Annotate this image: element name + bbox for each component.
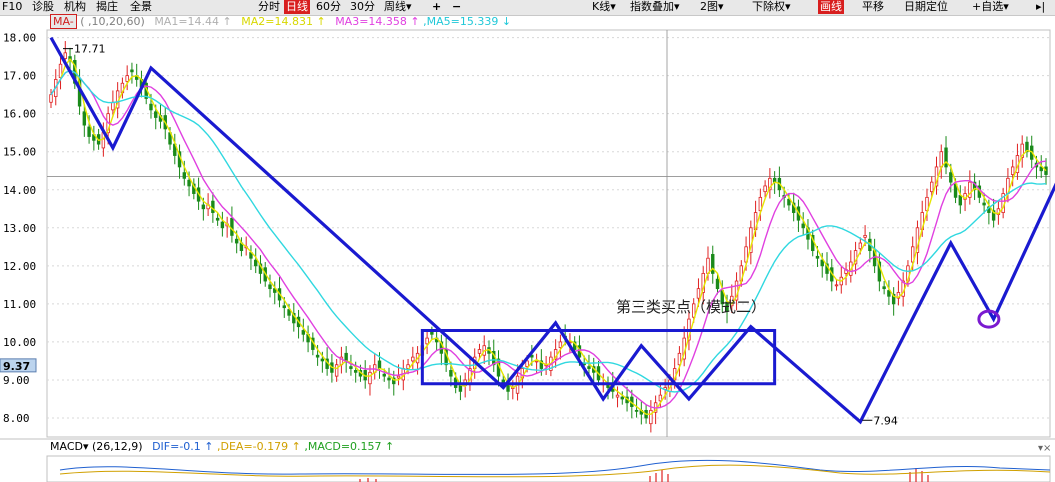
candle-body	[1010, 166, 1015, 175]
candle-body	[320, 358, 325, 362]
annotation-text: 第三类买点（模式二）	[616, 298, 766, 316]
candle-body	[930, 181, 934, 193]
y-tick-label: 16.00	[3, 108, 36, 121]
candle-body	[615, 394, 620, 398]
macd-value: ,MACD=0.157 ↑	[304, 440, 395, 453]
candle-body	[234, 238, 239, 244]
candle-body	[334, 364, 339, 377]
candle-body	[477, 349, 482, 354]
y-tick-label: 10.00	[3, 336, 36, 349]
candle-body	[282, 305, 286, 309]
candle-body	[411, 356, 415, 362]
candle-body	[182, 172, 187, 179]
candle-body	[230, 217, 234, 236]
candle-body	[706, 257, 710, 274]
candle-body	[649, 409, 653, 425]
candle-body	[620, 396, 624, 400]
candle-body	[130, 69, 134, 73]
candle-body	[254, 259, 258, 267]
candle-body	[220, 221, 225, 229]
candle-body	[939, 151, 943, 168]
candle-body	[215, 217, 220, 221]
candle-body	[377, 360, 382, 369]
candle-body	[958, 195, 963, 206]
candle-body	[982, 202, 986, 206]
candle-body	[425, 337, 429, 345]
candle-body	[187, 179, 191, 187]
candle-body	[882, 286, 886, 290]
candle-body	[63, 52, 67, 59]
candle-body	[382, 373, 386, 377]
candle-body	[315, 354, 320, 358]
candle-body	[82, 111, 87, 126]
y-tick-label: 15.00	[3, 146, 36, 159]
candle-body	[711, 254, 715, 274]
candle-body	[368, 371, 372, 385]
candle-body	[558, 341, 563, 349]
macd-pane-controls[interactable]: ▾×	[1038, 443, 1051, 454]
y-tick-label: 17.00	[3, 70, 36, 83]
candle-body	[858, 242, 863, 250]
candle-body	[49, 94, 53, 103]
candle-body	[458, 385, 463, 392]
candle-body	[344, 352, 348, 362]
candle-body	[634, 409, 639, 412]
candle-body	[87, 126, 91, 137]
candle-body	[815, 255, 820, 259]
candle-body	[149, 103, 153, 111]
candle-body	[834, 284, 839, 287]
candle-body	[863, 235, 867, 238]
candle-body	[396, 375, 401, 379]
candle-body	[587, 366, 591, 369]
y-tick-label: 8.00	[3, 412, 30, 425]
high-label: 17.71	[74, 43, 106, 56]
candle-body	[658, 394, 663, 402]
macd-indicator-menu[interactable]: MACD▾ (26,12,9)	[50, 440, 143, 453]
macd-pane	[46, 455, 1051, 482]
candle-body	[353, 370, 358, 373]
price-chart[interactable]: 18.00 17.00 16.00 15.00 14.00 13.00 12.00 11.00…	[0, 0, 1055, 482]
candle-body	[696, 288, 701, 299]
candle-body	[349, 366, 353, 369]
candle-body	[125, 75, 129, 82]
y-tick-label: 18.00	[3, 32, 36, 45]
y-tick-label: 9.00	[3, 374, 30, 387]
candle-body	[387, 377, 391, 381]
candle-body	[154, 111, 158, 118]
candle-body	[301, 330, 306, 335]
candle-body	[715, 278, 720, 290]
candle-body	[949, 172, 953, 183]
macd-dea-value: ,DEA=-0.179 ↑	[217, 440, 301, 453]
candle-body	[449, 370, 453, 377]
candle-body	[211, 200, 215, 213]
candle-body	[944, 147, 948, 168]
candle-body	[111, 101, 115, 111]
candle-body	[201, 204, 206, 210]
candle-body	[534, 360, 539, 363]
y-tick-label: 12.00	[3, 260, 36, 273]
current-price-label: 9.37	[3, 360, 30, 373]
low-label: 7.94	[873, 414, 898, 427]
candle-body	[268, 284, 272, 290]
y-tick-label: 13.00	[3, 222, 36, 235]
candle-body	[763, 185, 767, 193]
candle-body	[430, 331, 434, 335]
plot-area	[46, 29, 1051, 438]
macd-dif-value: DIF=-0.1 ↑	[152, 440, 214, 453]
macd-legend: MACD▾ (26,12,9) DIF=-0.1 ↑ ,DEA=-0.179 ↑…	[50, 440, 394, 454]
y-tick-label: 11.00	[3, 298, 36, 311]
y-tick-label: 14.00	[3, 184, 36, 197]
candle-body	[801, 223, 805, 229]
